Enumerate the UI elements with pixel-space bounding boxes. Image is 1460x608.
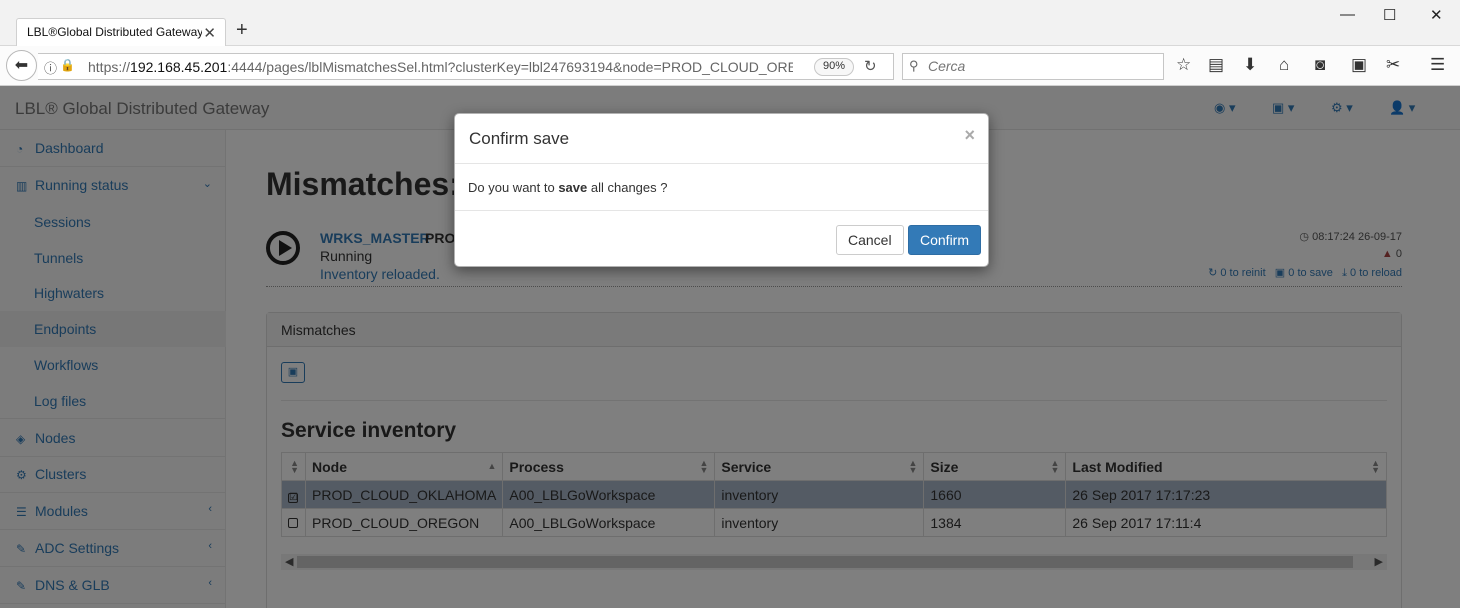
- minimize-icon[interactable]: —: [1340, 6, 1355, 23]
- url-text[interactable]: https://192.168.45.201:4444/pages/lblMis…: [88, 59, 793, 75]
- url-bar[interactable]: ⓘ 🔒 https://192.168.45.201:4444/pages/lb…: [38, 53, 894, 80]
- modal-title: Confirm save: [469, 129, 570, 148]
- lock-warning-icon[interactable]: 🔒: [60, 58, 75, 72]
- reading-list-icon[interactable]: ▤: [1208, 55, 1224, 75]
- browser-navbar: ⬅ ⓘ 🔒 https://192.168.45.201:4444/pages/…: [0, 46, 1460, 86]
- cancel-button[interactable]: Cancel: [836, 225, 904, 255]
- modal-close-icon[interactable]: ×: [964, 125, 975, 146]
- tab-title: LBL®Global Distributed Gateway: [27, 25, 202, 39]
- modal-body: Do you want to save all changes ?: [468, 180, 668, 195]
- modal-footer: Cancel Confirm: [455, 210, 988, 267]
- download-icon[interactable]: ⬇: [1243, 55, 1257, 75]
- tab-close-icon[interactable]: ✕: [203, 24, 216, 42]
- reload-icon[interactable]: ↻: [864, 57, 877, 75]
- search-bar[interactable]: ⚲: [902, 53, 1164, 80]
- zoom-level-badge[interactable]: 90%: [814, 58, 855, 76]
- info-icon[interactable]: ⓘ: [44, 58, 57, 77]
- confirm-save-dialog: Confirm save × Do you want to save all c…: [454, 113, 989, 267]
- new-tab-icon[interactable]: +: [236, 19, 248, 42]
- extension-icon[interactable]: ▣: [1351, 55, 1367, 75]
- search-icon: ⚲: [909, 58, 919, 73]
- modal-header: Confirm save ×: [455, 114, 988, 164]
- browser-tab[interactable]: LBL®Global Distributed Gateway ✕: [16, 18, 226, 47]
- window-close-icon[interactable]: ✕: [1430, 6, 1443, 24]
- pocket-icon[interactable]: ◙: [1315, 55, 1325, 75]
- bookmark-star-icon[interactable]: ☆: [1176, 55, 1191, 75]
- screenshot-icon[interactable]: ✂: [1386, 55, 1400, 75]
- menu-hamburger-icon[interactable]: ☰: [1430, 55, 1445, 75]
- home-icon[interactable]: ⌂: [1279, 55, 1289, 75]
- browser-titlebar: LBL®Global Distributed Gateway ✕ + — ☐ ✕: [0, 0, 1460, 47]
- search-input[interactable]: [928, 58, 1158, 74]
- maximize-icon[interactable]: ☐: [1383, 6, 1396, 24]
- back-arrow-icon[interactable]: ⬅: [6, 50, 37, 81]
- confirm-button[interactable]: Confirm: [908, 225, 982, 255]
